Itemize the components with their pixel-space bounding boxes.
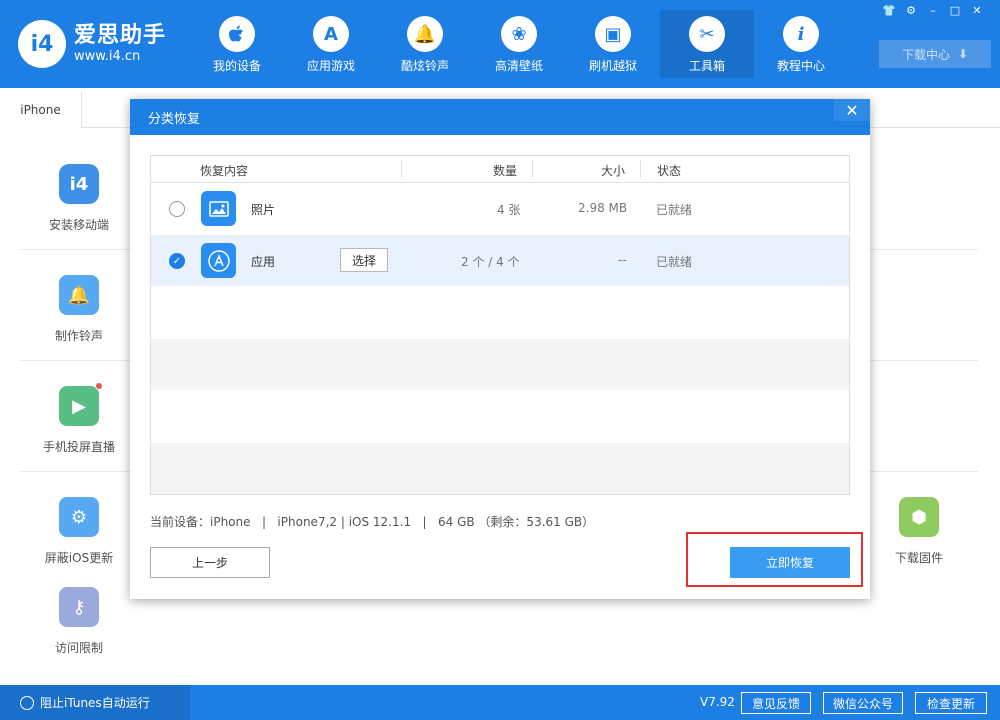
flower-icon: ❀ [501,16,537,52]
info-icon: i [783,16,819,52]
app-header: i4 爱思助手 www.i4.cn 我的设备 A 应用游戏 🔔 酷炫铃声 ❀ 高… [0,0,1000,88]
table-row[interactable]: ✓ 应用 选择 2 个 / 4 个 -- 已就绪 [151,235,849,286]
block-itunes-toggle[interactable]: 阻止iTunes自动运行 [20,694,150,711]
skin-icon[interactable]: 👕 [878,4,900,18]
download-center-label: 下载中心 [901,47,950,62]
row-name: 照片 [251,203,276,217]
bell-icon: 🔔 [407,16,443,52]
photo-icon [201,191,236,226]
check-icon[interactable]: ✓ [169,253,185,269]
check-update-button[interactable]: 检查更新 [915,692,987,714]
logo-url: www.i4.cn [74,49,141,64]
category-restore-dialog: 分类恢复 ✕ 恢复内容 数量 大小 状态 照片 4 张 2.98 MB 已就绪 … [130,99,870,599]
empty-row [151,391,849,442]
row-status: 已就绪 [656,203,693,217]
download-icon: ⬇ [957,47,969,61]
minimize-icon[interactable]: – [922,4,944,18]
device-info: 当前设备：iPhone | iPhone7,2 | iOS 12.1.1 | 6… [150,515,595,529]
app-logo: i4 爱思助手 www.i4.cn [18,20,166,68]
block-itunes-label: 阻止iTunes自动运行 [40,696,150,710]
version-label: V7.92 [700,695,735,709]
row-count: 4 张 [497,203,521,217]
close-icon[interactable]: ✕ [834,99,870,121]
nav-apps-games[interactable]: A 应用游戏 [284,10,378,78]
status-bar: 阻止iTunes自动运行 V7.92 意见反馈 微信公众号 检查更新 [0,685,1000,720]
empty-row [151,339,849,390]
app-store-icon: A [313,16,349,52]
settings-icon[interactable]: ⚙ [900,4,922,18]
row-count: 2 个 / 4 个 [461,255,520,269]
row-size: -- [618,253,627,267]
box-icon: ▣ [595,16,631,52]
row-size: 2.98 MB [578,201,628,215]
nav-tutorials[interactable]: i 教程中心 [754,10,848,78]
col-status: 状态 [657,164,682,178]
table-row[interactable]: 照片 4 张 2.98 MB 已就绪 [151,183,849,234]
tools-icon: ✂ [689,16,725,52]
highlight-box [686,532,863,587]
wechat-button[interactable]: 微信公众号 [823,692,903,714]
nav-flash-jailbreak[interactable]: ▣ 刷机越狱 [566,10,660,78]
window-controls: 👕 ⚙ – □ ✕ [878,4,988,18]
nav-ringtones[interactable]: 🔔 酷炫铃声 [378,10,472,78]
apple-icon [219,16,255,52]
feedback-button[interactable]: 意见反馈 [741,692,811,714]
radio-icon [20,695,34,710]
row-status: 已就绪 [656,255,693,269]
download-center-button[interactable]: 下载中心 ⬇ [879,40,991,68]
table-header: 恢复内容 数量 大小 状态 [151,156,849,183]
col-content: 恢复内容 [200,164,249,178]
row-name: 应用 [251,255,276,269]
nav-wallpapers[interactable]: ❀ 高清壁纸 [472,10,566,78]
app-store-icon [201,243,236,278]
logo-name: 爱思助手 [74,23,167,48]
restore-table: 恢复内容 数量 大小 状态 照片 4 张 2.98 MB 已就绪 ✓ 应用 选择 [150,155,850,495]
empty-row [151,443,849,494]
choose-button[interactable]: 选择 [340,248,388,272]
nav-toolbox[interactable]: ✂ 工具箱 [660,10,754,78]
dialog-header: 分类恢复 ✕ [130,99,870,135]
col-size: 大小 [601,164,626,178]
dialog-title: 分类恢复 [148,111,201,127]
logo-mark: i4 [18,20,66,68]
maximize-icon[interactable]: □ [944,4,966,18]
previous-step-button[interactable]: 上一步 [150,547,270,578]
row-radio[interactable] [169,201,185,217]
close-window-icon[interactable]: ✕ [966,4,988,18]
empty-row [151,287,849,338]
col-count: 数量 [493,164,518,178]
main-nav: 我的设备 A 应用游戏 🔔 酷炫铃声 ❀ 高清壁纸 ▣ 刷机越狱 ✂ 工具箱 i… [190,10,848,78]
nav-my-device[interactable]: 我的设备 [190,10,284,78]
